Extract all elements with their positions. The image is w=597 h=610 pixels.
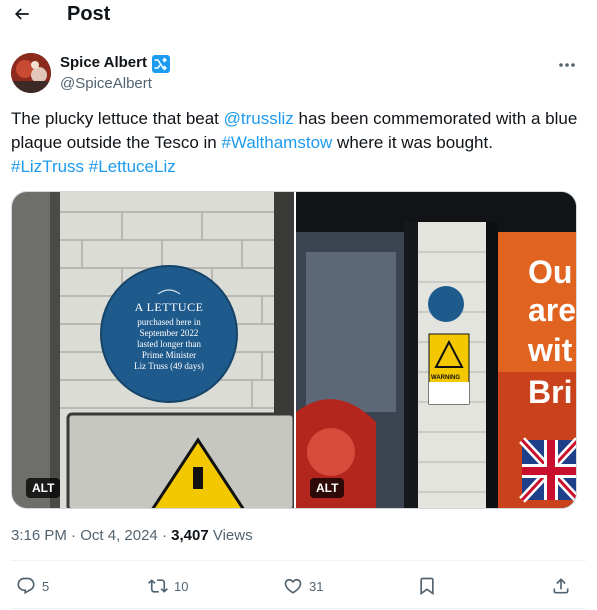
- shop-sign-line: Bri: [528, 374, 573, 410]
- plaque-line: purchased here in: [137, 317, 201, 327]
- reply-count: 5: [42, 578, 50, 594]
- author-display-name[interactable]: Spice Albert: [60, 54, 147, 71]
- reply-icon: [17, 577, 35, 595]
- tweet-text-part: The plucky lettuce that beat: [11, 109, 224, 128]
- post-date[interactable]: Oct 4, 2024: [80, 527, 158, 544]
- author-handle[interactable]: @SpiceAlbert: [60, 75, 152, 92]
- avatar-image: [11, 53, 51, 93]
- bookmark-button[interactable]: [417, 575, 437, 597]
- bookmark-icon: [420, 577, 434, 596]
- mention-link[interactable]: @trussliz: [224, 109, 294, 128]
- meta-separator: ·: [161, 527, 167, 544]
- repost-count: 10: [174, 578, 189, 594]
- more-options-icon[interactable]: [558, 58, 576, 72]
- plaque-line: Liz Truss (49 days): [134, 361, 204, 371]
- repost-button[interactable]: 10: [148, 575, 188, 597]
- warning-sign-label: WARNING: [431, 375, 460, 381]
- like-count: 31: [309, 578, 324, 594]
- meta-separator: ·: [71, 527, 77, 544]
- plaque-line: lasted longer than: [137, 339, 201, 349]
- page-title: Post: [67, 3, 111, 25]
- avatar[interactable]: [11, 53, 51, 93]
- divider: [11, 608, 586, 609]
- hashtag-link[interactable]: #LettuceLiz: [89, 157, 176, 176]
- arrow-left-icon[interactable]: [12, 4, 32, 24]
- media-grid: A LETTUCE purchased here in September 20…: [11, 191, 577, 509]
- shop-sign-line: Ou: [528, 254, 573, 290]
- photo-plaque[interactable]: A LETTUCE purchased here in September 20…: [12, 192, 294, 508]
- shuffle-badge-icon: [152, 55, 170, 73]
- share-icon: [553, 578, 569, 594]
- share-button[interactable]: [551, 575, 571, 597]
- alt-badge[interactable]: ALT: [26, 478, 61, 498]
- tweet-text: The plucky lettuce that beat @trussliz h…: [11, 107, 581, 179]
- hashtag-link[interactable]: #Walthamstow: [221, 133, 332, 152]
- heart-icon: [284, 578, 302, 594]
- divider: [11, 560, 586, 561]
- shop-sign-line: are: [528, 292, 577, 328]
- photo-shopfront[interactable]: Ou are wit Bri WARNING ALT: [296, 192, 577, 508]
- post-time[interactable]: 3:16 PM: [11, 527, 67, 544]
- post-meta: 3:16 PM · Oct 4, 2024 · 3,407 Views: [11, 527, 253, 544]
- plaque-line: Prime Minister: [141, 350, 197, 360]
- plaque-title: A LETTUCE: [134, 300, 204, 314]
- hashtag-link[interactable]: #LizTruss: [11, 157, 84, 176]
- tweet-text-part: where it was bought.: [332, 133, 493, 152]
- repost-icon: [148, 579, 168, 593]
- top-bar: Post: [0, 0, 597, 30]
- plaque-line: September 2022: [139, 328, 199, 338]
- alt-badge[interactable]: ALT: [310, 478, 345, 498]
- reply-button[interactable]: 5: [16, 575, 49, 597]
- views-label: Views: [212, 527, 253, 544]
- shop-sign-line: wit: [528, 332, 573, 368]
- like-button[interactable]: 31: [283, 575, 323, 597]
- views-count: 3,407: [171, 527, 209, 544]
